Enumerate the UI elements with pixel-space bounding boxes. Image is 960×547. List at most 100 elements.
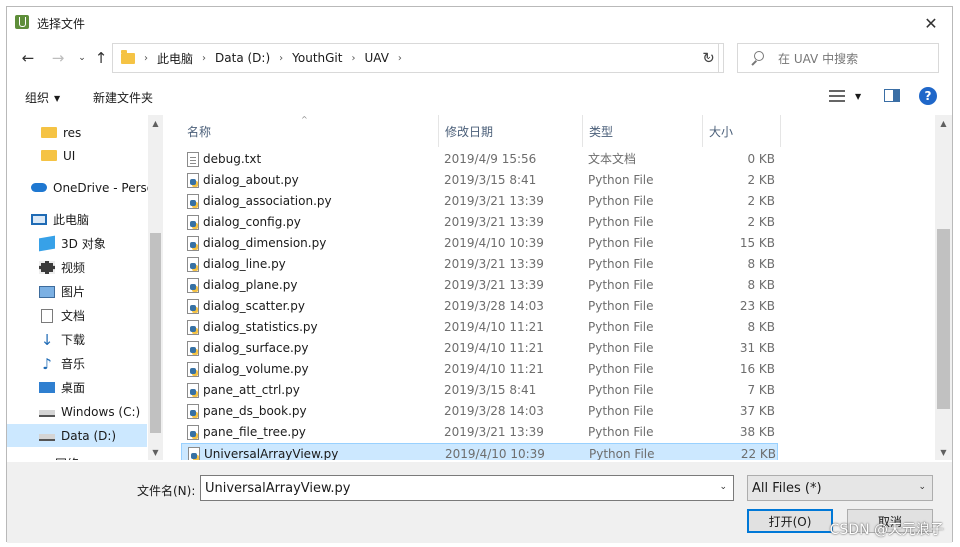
downloads-icon: ↓ xyxy=(40,330,54,349)
chevron-down-icon[interactable]: ⌄ xyxy=(918,482,926,492)
sidebar-item-downloads[interactable]: ↓ 下载 xyxy=(7,328,147,351)
file-name: dialog_dimension.py xyxy=(203,236,327,250)
file-row[interactable]: dialog_scatter.py 2019/3/28 14:03 Python F… xyxy=(181,296,778,317)
column-header-type[interactable]: 类型 xyxy=(583,115,703,147)
file-row[interactable]: dialog_line.py 2019/3/21 13:39 Python File… xyxy=(181,254,778,275)
sidebar-scrollbar[interactable]: ▲ ▼ xyxy=(148,115,163,460)
breadcrumb-item[interactable]: 此电脑 xyxy=(157,50,193,67)
view-options-icon[interactable] xyxy=(829,89,845,103)
sidebar-item-3d-objects[interactable]: 3D 对象 xyxy=(7,232,147,255)
video-icon xyxy=(39,261,55,274)
file-name: dialog_statistics.py xyxy=(203,320,318,334)
chevron-right-icon[interactable]: › xyxy=(351,53,355,64)
sidebar-item-label: Data (D:) xyxy=(61,428,117,443)
file-size: 23 KB xyxy=(739,299,775,313)
sidebar-item-this-pc[interactable]: 此电脑 xyxy=(7,208,147,231)
file-name: dialog_association.py xyxy=(203,194,332,208)
file-type-filter[interactable]: All Files (*) ⌄ xyxy=(747,475,933,501)
file-type: Python File xyxy=(588,383,654,397)
file-name: UniversalArrayView.py xyxy=(204,447,339,460)
window-title: 选择文件 xyxy=(37,17,86,31)
filename-input[interactable]: UniversalArrayView.py ⌄ xyxy=(200,475,734,501)
file-size: 8 KB xyxy=(747,257,775,271)
new-folder-button[interactable]: 新建文件夹 xyxy=(93,89,153,106)
file-row[interactable]: pane_file_tree.py 2019/3/21 13:39 Python F… xyxy=(181,422,778,443)
breadcrumb-item[interactable]: UAV xyxy=(364,51,388,65)
scroll-down-icon[interactable]: ▼ xyxy=(150,448,161,457)
file-size: 2 KB xyxy=(747,173,775,187)
file-row[interactable]: dialog_plane.py 2019/3/21 13:39 Python Fil… xyxy=(181,275,778,296)
refresh-button[interactable]: ↻ xyxy=(694,43,724,73)
file-type: Python File xyxy=(588,341,654,355)
sidebar-item-windows-c[interactable]: Windows (C:) xyxy=(7,400,147,423)
caret-down-icon[interactable]: ▼ xyxy=(855,92,861,101)
file-size: 7 KB xyxy=(747,383,775,397)
sidebar-item-ui[interactable]: UI xyxy=(7,144,147,167)
organize-label: 组织 xyxy=(25,91,50,105)
back-button[interactable]: ← xyxy=(17,47,39,69)
address-bar[interactable]: › 此电脑 › Data (D:) › YouthGit › UAV › ⌄ xyxy=(112,43,719,73)
sidebar-item-onedrive[interactable]: OneDrive - Perso xyxy=(7,176,154,199)
file-name: dialog_scatter.py xyxy=(203,299,305,313)
column-header-date[interactable]: 修改日期 xyxy=(439,115,583,147)
file-row[interactable]: dialog_statistics.py 2019/4/10 11:21 Pytho… xyxy=(181,317,778,338)
sidebar-item-label: 文档 xyxy=(61,309,86,323)
file-name: dialog_line.py xyxy=(203,257,286,271)
scroll-up-icon[interactable]: ▲ xyxy=(150,119,161,128)
sidebar-item-music[interactable]: ♪ 音乐 xyxy=(7,352,147,375)
file-type: Python File xyxy=(588,404,654,418)
scrollbar-thumb[interactable] xyxy=(150,233,161,433)
scrollbar-thumb[interactable] xyxy=(937,229,950,409)
file-row[interactable]: UniversalArrayView.py 2019/4/10 10:39 Pyth… xyxy=(181,443,778,460)
search-placeholder: 在 UAV 中搜索 xyxy=(778,51,859,66)
sidebar-item-desktop[interactable]: 桌面 xyxy=(7,376,147,399)
file-row[interactable]: pane_ds_book.py 2019/3/28 14:03 Python Fil… xyxy=(181,401,778,422)
column-header-name[interactable]: 名称 xyxy=(181,115,439,147)
organize-menu-button[interactable]: 组织 ▼ xyxy=(25,89,60,106)
file-row[interactable]: dialog_about.py 2019/3/15 8:41 Python File… xyxy=(181,170,778,191)
chevron-right-icon[interactable]: › xyxy=(279,53,283,64)
open-button[interactable]: 打开(O) xyxy=(747,509,833,533)
file-row[interactable]: dialog_config.py 2019/3/21 13:39 Python Fi… xyxy=(181,212,778,233)
scroll-up-icon[interactable]: ▲ xyxy=(938,119,949,128)
file-list-scrollbar[interactable]: ▲ ▼ xyxy=(935,115,952,460)
breadcrumb-item[interactable]: Data (D:) xyxy=(215,51,270,65)
file-row[interactable]: dialog_association.py 2019/3/21 13:39 Pyth… xyxy=(181,191,778,212)
sidebar-item-res[interactable]: res xyxy=(7,121,147,144)
file-row[interactable]: dialog_surface.py 2019/4/10 11:21 Python F… xyxy=(181,338,778,359)
chevron-down-icon[interactable]: ⌄ xyxy=(719,482,727,492)
drive-icon xyxy=(39,434,55,441)
scroll-down-icon[interactable]: ▼ xyxy=(938,448,949,457)
close-button[interactable]: ✕ xyxy=(916,11,946,35)
file-row[interactable]: dialog_volume.py 2019/4/10 11:21 Python Fi… xyxy=(181,359,778,380)
sidebar-item-documents[interactable]: 文档 xyxy=(7,304,147,327)
chevron-right-icon[interactable]: › xyxy=(398,53,402,64)
search-input[interactable]: 在 UAV 中搜索 xyxy=(737,43,939,73)
sidebar-item-label: 音乐 xyxy=(61,357,86,371)
python-file-icon xyxy=(187,383,199,398)
column-header-size[interactable]: 大小 xyxy=(703,115,781,147)
file-date: 2019/3/21 13:39 xyxy=(444,425,544,439)
file-name: dialog_surface.py xyxy=(203,341,309,355)
sidebar-item-pictures[interactable]: 图片 xyxy=(7,280,147,303)
sidebar-item-network[interactable]: ◆ 网络 xyxy=(7,452,147,461)
file-row[interactable]: pane_att_ctrl.py 2019/3/15 8:41 Python Fil… xyxy=(181,380,778,401)
desktop-icon xyxy=(39,382,55,393)
chevron-right-icon[interactable]: › xyxy=(202,53,206,64)
file-type: Python File xyxy=(589,447,655,460)
forward-button[interactable]: → xyxy=(47,47,69,69)
sidebar-item-data-d[interactable]: Data (D:) xyxy=(7,424,147,447)
help-icon[interactable]: ? xyxy=(919,87,937,105)
preview-pane-icon[interactable] xyxy=(884,89,900,102)
up-button[interactable]: ↑ xyxy=(90,47,112,69)
file-name: dialog_volume.py xyxy=(203,362,309,376)
file-name: pane_att_ctrl.py xyxy=(203,383,300,397)
filter-value: All Files (*) xyxy=(752,480,822,496)
breadcrumb-item[interactable]: YouthGit xyxy=(292,51,342,65)
file-row[interactable]: dialog_dimension.py 2019/4/10 10:39 Python… xyxy=(181,233,778,254)
python-file-icon xyxy=(187,194,199,209)
sidebar-item-videos[interactable]: 视频 xyxy=(7,256,147,279)
sidebar-item-label: 图片 xyxy=(61,285,86,299)
python-file-icon xyxy=(187,425,199,440)
file-row[interactable]: debug.txt 2019/4/9 15:56 文本文档 0 KB xyxy=(181,149,778,170)
